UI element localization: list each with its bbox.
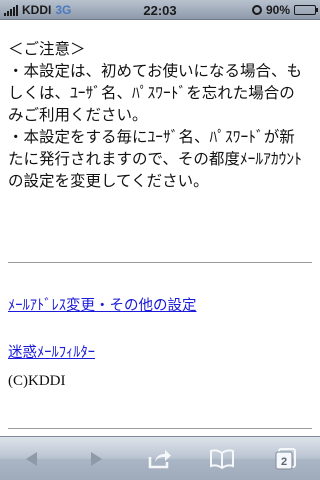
divider [8,428,312,429]
book-icon [210,449,234,469]
notice-line: ・本設定をする毎にﾕｰｻﾞ名、ﾊﾟｽﾜｰﾄﾞが新 [8,128,295,146]
status-bar: KDDI 3G 22:03 90% [0,0,320,20]
forward-button[interactable] [82,445,110,473]
divider [8,262,312,263]
copyright: (C)KDDI [8,373,66,389]
notice-line: ・本設定は、初めてお使いになる場合、も [8,62,303,80]
share-icon [148,450,171,469]
battery-icon [294,5,318,15]
share-button[interactable] [146,445,174,473]
notice-line: たに発行されますので、その都度ﾒｰﾙｱｶｳﾝﾄ [8,150,302,168]
notice-text: ＜ご注意＞ ・本設定は、初めてお使いになる場合、も しくは、ﾕｰｻﾞ名、ﾊﾟｽﾜ… [8,38,314,192]
notice-line: みご利用ください。 [8,106,148,124]
pages-button[interactable]: 2 [272,445,300,473]
pages-icon: 2 [275,448,296,470]
forward-arrow-icon [91,452,102,466]
bookmarks-button[interactable] [208,445,236,473]
notice-line: しくは、ﾕｰｻﾞ名、ﾊﾟｽﾜｰﾄﾞを忘れた場合の [8,84,295,102]
mail-address-change-link[interactable]: ﾒｰﾙｱﾄﾞﾚｽ変更・その他の設定 [8,294,197,315]
browser-toolbar: 2 [0,436,320,480]
pages-count: 2 [281,456,287,468]
battery-percent: 90% [265,3,290,17]
back-button[interactable] [18,445,46,473]
notice-heading: ＜ご注意＞ [8,40,86,58]
battery-area: 90% [251,3,318,17]
notice-line: の設定を変更してください。 [8,172,209,190]
rotation-lock-icon [251,5,262,15]
back-arrow-icon [26,452,37,466]
spam-filter-link[interactable]: 迷惑ﾒｰﾙﾌｨﾙﾀｰ [8,341,95,362]
